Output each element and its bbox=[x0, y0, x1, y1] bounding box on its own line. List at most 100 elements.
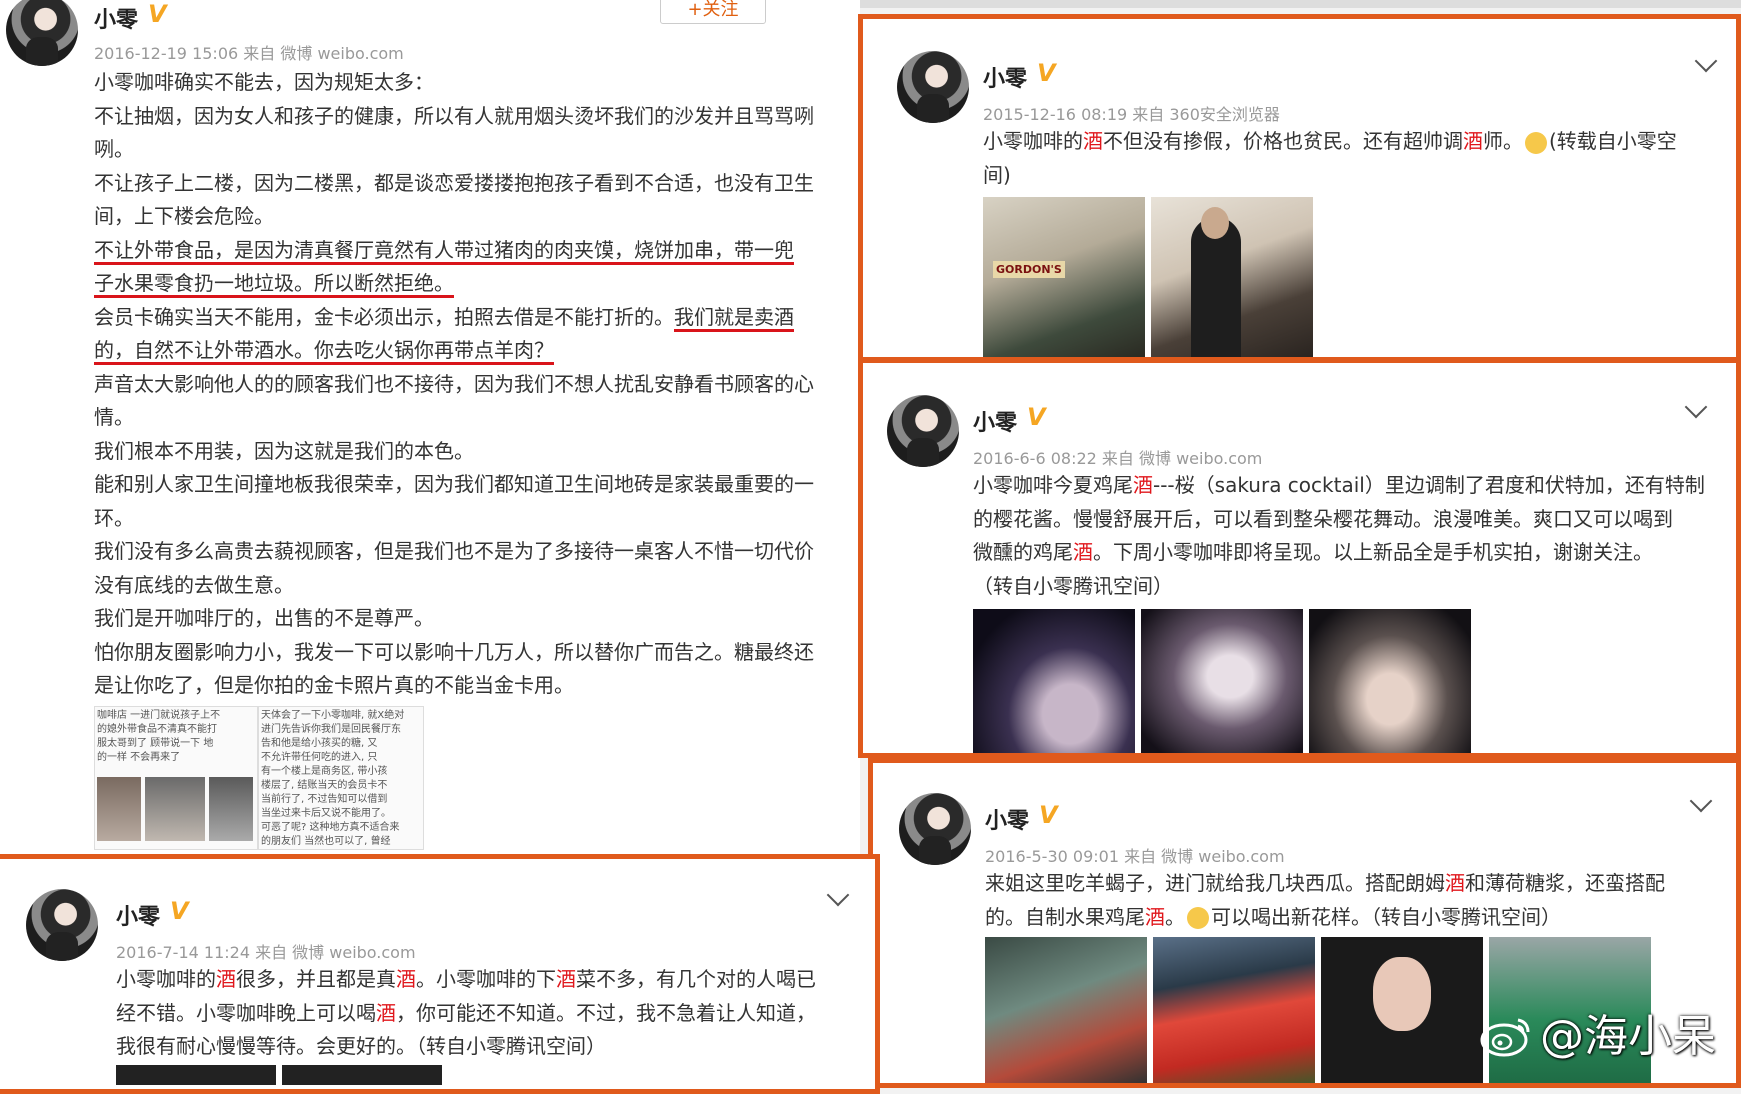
highlight-keyword: 酒 bbox=[556, 967, 576, 991]
body-text: 师。 bbox=[1483, 129, 1523, 153]
paragraph: 不让孩子上二楼，因为二楼黑，都是谈恋爱搂搂抱抱孩子看到不合适，也没有卫生间，上下… bbox=[94, 170, 814, 229]
paragraph-underlined: 不让外带食品，是因为清真餐厅竟然有人带过猪肉的肉夹馍，烧饼加串，带一兜 子水果零… bbox=[94, 234, 814, 301]
paragraph-underlined: 会员卡确实当天不能用，金卡必须出示，拍照去借是不能打折的。我们就是卖酒 的，自然… bbox=[94, 301, 814, 368]
selfie-face bbox=[1373, 957, 1431, 1031]
body-text: 。下周小零咖啡即将呈现。以上新品全是手机实拍，谢谢关注。 bbox=[1093, 540, 1653, 564]
weibo-logo-icon bbox=[1480, 1018, 1530, 1057]
underlined-text: 子水果零食扔一地垃圾。所以断然拒绝。 bbox=[94, 271, 454, 298]
underlined-text: 不让外带食品，是因为清真餐厅竟然有人带过猪肉的肉夹馍，烧饼加串，带一兜 bbox=[94, 237, 794, 265]
username[interactable]: 小零 bbox=[116, 899, 160, 931]
verified-badge-icon: V bbox=[170, 897, 189, 925]
body-text: 来姐这里吃羊蝎子，进门就给我几块西瓜。搭配朗姆 bbox=[985, 871, 1445, 895]
screenshot-photo bbox=[145, 777, 205, 841]
chevron-down-icon[interactable] bbox=[1689, 789, 1713, 813]
verified-badge-icon: V bbox=[1027, 403, 1046, 431]
body-text: 很多，并且都是真 bbox=[236, 967, 396, 991]
body-text: 小零咖啡的 bbox=[116, 967, 216, 991]
highlight-keyword: 酒 bbox=[1445, 871, 1465, 895]
username[interactable]: 小零 bbox=[985, 803, 1029, 835]
body-text: 经不错。小零咖啡晚上可以喝 bbox=[116, 1000, 376, 1025]
post-meta: 2016-5-30 09:01 来自 微博 weibo.com bbox=[985, 847, 1285, 866]
post-meta: 2015-12-16 08:19 来自 360安全浏览器 bbox=[983, 105, 1280, 124]
body-text: ---桜（sakura cocktail）里边调制了君度和伏特加，还有特制 bbox=[1153, 473, 1705, 497]
username[interactable]: 小零 bbox=[983, 61, 1027, 93]
body-text: 间) bbox=[983, 162, 1011, 187]
body-text: 小零咖啡的 bbox=[983, 129, 1083, 153]
body-text: (转载自小零空 bbox=[1549, 129, 1677, 153]
emoji-icon bbox=[1187, 907, 1209, 929]
chevron-down-icon[interactable] bbox=[1694, 49, 1718, 73]
body-text: 的。自制水果鸡尾 bbox=[985, 904, 1145, 929]
highlight-keyword: 酒 bbox=[1463, 129, 1483, 153]
avatar[interactable] bbox=[897, 51, 969, 123]
avatar[interactable] bbox=[6, 0, 78, 66]
post-image[interactable] bbox=[116, 1065, 276, 1085]
paragraph: 我们没有多么高贵去藐视顾客，但是我们也不是为了多接待一桌客人不惜一切代价没有底线… bbox=[94, 539, 814, 597]
watermark-text: @海小呆 bbox=[1540, 1011, 1716, 1062]
post-image-screenshot-right[interactable]: 天体会了一下小零咖啡, 就X绝对 进门先告诉你我们是回民餐厅东 告和他是给小孩买… bbox=[258, 706, 424, 850]
post-image-cocktail-2[interactable] bbox=[1141, 609, 1303, 753]
post-image-bartender[interactable] bbox=[1151, 197, 1313, 357]
paragraph: 我们是开咖啡厅的，出售的不是尊严。 bbox=[94, 606, 434, 630]
paragraph-text: 会员卡确实当天不能用，金卡必须出示，拍照去借是不能打折的。 bbox=[94, 304, 674, 329]
highlight-keyword: 酒 bbox=[1073, 540, 1093, 564]
post-image-screenshot-left[interactable]: 咖啡店 一进门就说孩子上不 的媳外带食品不清真不能打 服太哥到了 顾带说一下 地… bbox=[94, 706, 258, 850]
body-text: 可以喝出新花样。（转自小零腾讯空间） bbox=[1211, 904, 1561, 929]
highlight-keyword: 酒 bbox=[376, 1000, 396, 1025]
post-meta: 2016-7-14 11:24 来自 微博 weibo.com bbox=[116, 943, 416, 962]
avatar[interactable] bbox=[899, 793, 971, 865]
screenshot-text: 咖啡店 一进门就说孩子上不 的媳外带食品不清真不能打 服太哥到了 顾带说一下 地… bbox=[97, 710, 221, 763]
emoji-icon bbox=[1525, 131, 1547, 154]
paragraph: 我们根本不用装，因为这就是我们的本色。 bbox=[94, 438, 474, 463]
body-text: 小零咖啡今夏鸡尾 bbox=[973, 473, 1133, 497]
post-main: 小零 V +关注 2016-12-19 15:06 来自 微博 weibo.co… bbox=[0, 0, 860, 860]
body-text: 。小零咖啡的下 bbox=[416, 967, 556, 991]
post-image-selfie[interactable] bbox=[1321, 937, 1483, 1083]
bottle-label: GORDON'S bbox=[993, 261, 1065, 278]
username[interactable]: 小零 bbox=[94, 2, 138, 34]
body-text: （转自小零腾讯空间） bbox=[973, 573, 1173, 598]
body-text: 我很有耐心慢慢等待。会更好的。（转自小零腾讯空间） bbox=[116, 1034, 606, 1058]
post-image-cocktail-3[interactable] bbox=[1309, 609, 1471, 753]
chevron-down-icon[interactable] bbox=[1684, 395, 1708, 419]
verified-badge-icon: V bbox=[1039, 801, 1058, 829]
paragraph: 能和别人家卫生间撞地板我很荣幸，因为我们都知道卫生间地砖是家装最重要的一环。 bbox=[94, 472, 814, 530]
highlight-keyword: 酒 bbox=[1133, 473, 1153, 497]
avatar[interactable] bbox=[26, 889, 98, 961]
highlight-keyword: 酒 bbox=[1083, 129, 1103, 153]
screenshot-photo bbox=[209, 777, 253, 841]
chevron-down-icon[interactable] bbox=[826, 883, 850, 907]
verified-badge-icon: V bbox=[148, 0, 167, 28]
post-image-bottles[interactable]: GORDON'S bbox=[983, 197, 1145, 357]
post-image-cocktail-1[interactable] bbox=[973, 609, 1135, 753]
verified-badge-icon: V bbox=[1037, 59, 1056, 87]
body-text: 微醺的鸡尾 bbox=[973, 540, 1073, 564]
post-image-drink[interactable] bbox=[985, 937, 1147, 1083]
highlight-keyword: 酒 bbox=[396, 967, 416, 991]
highlight-keyword: 酒 bbox=[1145, 904, 1165, 929]
body-text: 不但没有掺假，价格也贫民。还有超帅调 bbox=[1103, 129, 1463, 153]
underlined-text: 的，自然不让外带酒水。你去吃火锅你再带点羊肉？ bbox=[94, 338, 554, 365]
body-text: ，你可能还不知道。不过，我不急着让人知道， bbox=[396, 1000, 816, 1025]
username[interactable]: 小零 bbox=[973, 405, 1017, 437]
paragraph: 声音太大影响他人的的顾客我们也不接待，因为我们不想人扰乱安静看书顾客的心情。 bbox=[94, 371, 814, 430]
body-text: 和薄荷糖浆，还蛮搭配 bbox=[1465, 871, 1665, 895]
post-body: 小零咖啡今夏鸡尾酒---桜（sakura cocktail）里边调制了君度和伏特… bbox=[973, 469, 1723, 603]
screenshot-photo bbox=[97, 777, 141, 841]
post-image-watermelon[interactable] bbox=[1153, 937, 1315, 1083]
paragraph: 怕你朋友圈影响力小，我发一下可以影响十几万人，所以替你广而告之。糖最终还是让你吃… bbox=[94, 639, 814, 698]
post-meta: 2016-6-6 08:22 来自 微博 weibo.com bbox=[973, 449, 1263, 468]
body-text: 菜不多，有几个对的人喝已 bbox=[576, 967, 816, 991]
highlight-keyword: 酒 bbox=[216, 967, 236, 991]
follow-button[interactable]: +关注 bbox=[660, 0, 766, 24]
paragraph: 不让抽烟，因为女人和孩子的健康，所以有人就用烟头烫坏我们的沙发并且骂骂咧咧。 bbox=[94, 103, 814, 162]
post-body: 小零咖啡的酒不但没有掺假，价格也贫民。还有超帅调酒师。 (转载自小零空 间) bbox=[983, 125, 1713, 192]
avatar[interactable] bbox=[887, 395, 959, 467]
paragraph: 小零咖啡确实不能去，因为规矩太多： bbox=[94, 70, 434, 94]
post-bottom-left: 小零 V 2016-7-14 11:24 来自 微博 weibo.com 小零咖… bbox=[0, 854, 880, 1094]
body-text: 。 bbox=[1165, 904, 1185, 929]
post-body: 小零咖啡确实不能去，因为规矩太多： 不让抽烟，因为女人和孩子的健康，所以有人就用… bbox=[94, 66, 814, 703]
body-text: 的樱花酱。慢慢舒展开后，可以看到整朵樱花舞动。浪漫唯美。爽口又可以喝到 bbox=[973, 506, 1673, 531]
post-meta: 2016-12-19 15:06 来自 微博 weibo.com bbox=[94, 44, 404, 63]
post-image[interactable] bbox=[282, 1065, 442, 1085]
